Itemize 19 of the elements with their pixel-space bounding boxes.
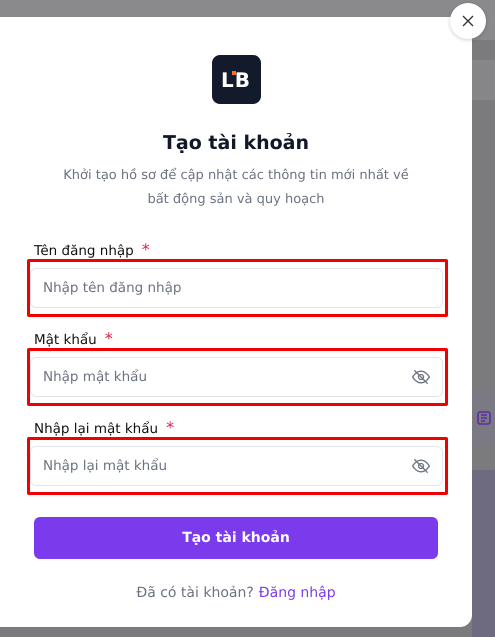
footer-text: Đã có tài khoản? — [136, 585, 254, 601]
dialog-subtitle: Khởi tạo hồ sơ để cập nhật các thông tin mới nhất về bất động sản và quy hoạch — [62, 166, 410, 209]
login-link[interactable]: Đăng nhập — [258, 585, 336, 601]
document-icon — [477, 411, 491, 425]
create-account-button[interactable]: Tạo tài khoản — [34, 517, 438, 559]
eye-off-icon[interactable] — [411, 367, 431, 387]
input-field[interactable]: Nhập mật khẩu — [30, 357, 443, 397]
required-mark: * — [166, 418, 174, 437]
input-field[interactable]: Nhập lại mật khẩu — [30, 446, 443, 486]
required-mark: * — [142, 240, 150, 259]
eye-off-icon[interactable] — [411, 456, 431, 476]
required-mark: * — [104, 329, 113, 348]
input-field[interactable]: Nhập tên đăng nhập — [30, 268, 443, 308]
field-label: Nhập lại mật khẩu — [34, 421, 158, 437]
close-icon — [462, 15, 474, 27]
field-label: Tên đăng nhập — [34, 243, 134, 259]
dialog-title: Tạo tài khoản — [162, 132, 310, 154]
field-label: Mật khẩu — [34, 332, 97, 348]
logo: LB — [212, 55, 260, 104]
